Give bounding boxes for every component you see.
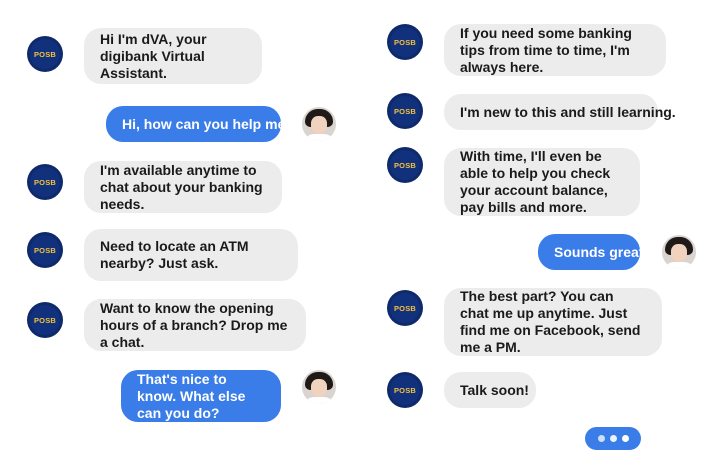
bot-message: Talk soon! <box>444 372 536 408</box>
posb-avatar-icon: POSB <box>27 36 63 72</box>
bot-message: The best part? You can chat me up anytim… <box>444 288 662 356</box>
typing-dot-icon <box>609 435 617 442</box>
user-avatar <box>302 107 336 141</box>
bot-message: With time, I'll even be able to help you… <box>444 148 640 216</box>
bot-message: If you need some banking tips from time … <box>444 24 666 76</box>
posb-avatar-icon: POSB <box>387 24 423 60</box>
chat-column-right: POSB If you need some banking tips from … <box>360 0 720 476</box>
typing-dot-icon <box>621 435 629 442</box>
bot-message: Need to locate an ATM nearby? Just ask. <box>84 229 298 281</box>
user-avatar <box>662 235 696 269</box>
bot-message: Want to know the opening hours of a bran… <box>84 299 306 351</box>
user-message: Sounds great. <box>538 234 647 270</box>
posb-avatar-icon: POSB <box>27 302 63 338</box>
typing-indicator <box>585 427 641 450</box>
posb-avatar-icon: POSB <box>27 164 63 200</box>
posb-avatar-icon: POSB <box>387 372 423 408</box>
user-message: Hi, how can you help me? <box>106 106 294 142</box>
chat-column-left: POSB Hi I'm dVA, your digibank Virtual A… <box>0 0 360 476</box>
posb-avatar-icon: POSB <box>387 93 423 129</box>
posb-avatar-icon: POSB <box>387 147 423 183</box>
bot-message: I'm available anytime to chat about your… <box>84 161 282 213</box>
typing-dot-icon <box>597 435 605 442</box>
user-message: That's nice to know. What else can you d… <box>121 370 281 422</box>
bot-message: I'm new to this and still learning. <box>444 94 676 130</box>
user-avatar <box>302 370 336 404</box>
posb-avatar-icon: POSB <box>27 232 63 268</box>
bot-message: Hi I'm dVA, your digibank Virtual Assist… <box>84 28 262 84</box>
posb-avatar-icon: POSB <box>387 290 423 326</box>
